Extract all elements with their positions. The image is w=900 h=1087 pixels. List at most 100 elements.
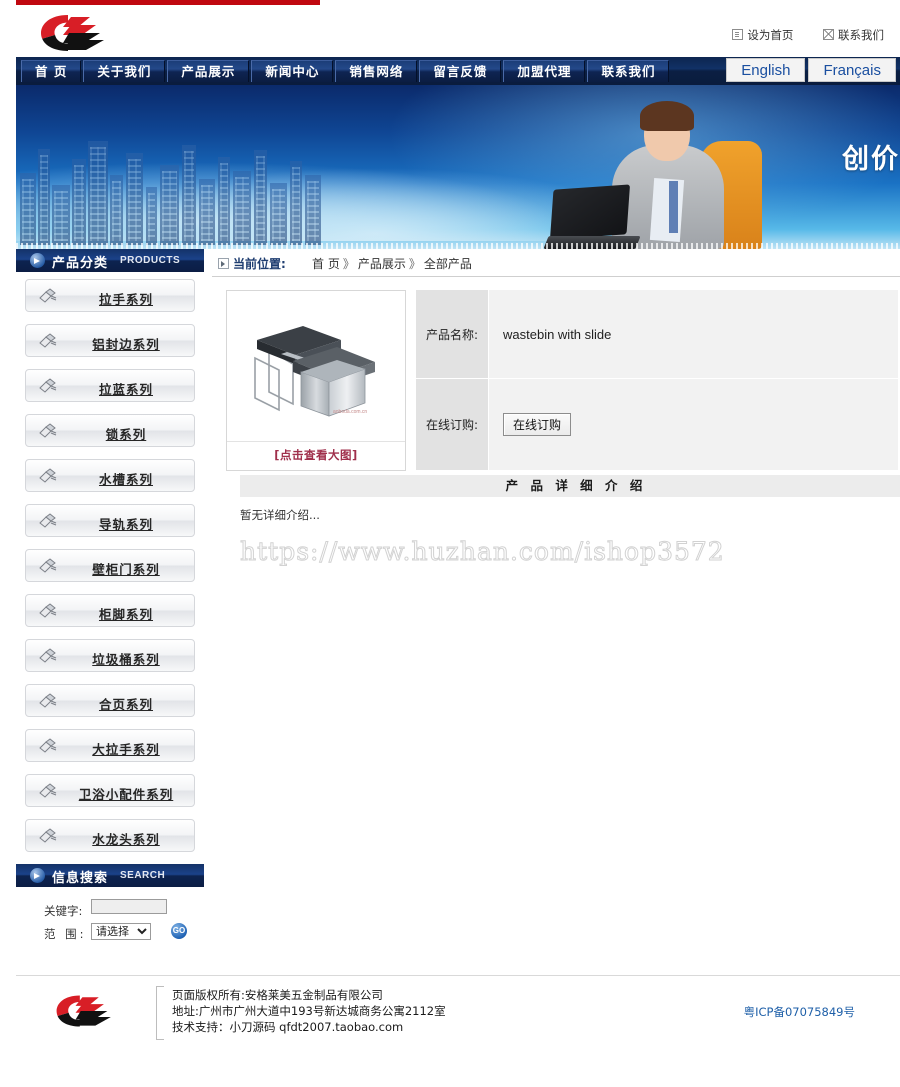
set-homepage-link[interactable]: 设为首页 <box>732 27 793 43</box>
laptop-icon <box>543 184 641 249</box>
hardware-icon <box>38 647 58 665</box>
nav-item-news[interactable]: 新闻中心 <box>251 60 334 82</box>
sidebar-item-sinks[interactable]: 水槽系列 <box>25 459 195 492</box>
product-detail-body: 暂无详细介绍... <box>240 508 320 522</box>
sidebar-item-label: 水龙头系列 <box>92 832 160 847</box>
arrow-right-icon <box>30 868 45 883</box>
nav-item-feedback[interactable]: 留言反馈 <box>419 60 502 82</box>
sidebar-item-faucets[interactable]: 水龙头系列 <box>25 819 195 852</box>
search-panel-header: 信息搜索 SEARCH <box>16 864 204 887</box>
nav-item-agency[interactable]: 加盟代理 <box>503 60 586 82</box>
scope-select[interactable]: 请选择 <box>91 923 151 940</box>
breadcrumb-item-products[interactable]: 产品展示 <box>358 257 406 271</box>
products-panel-title-en: PRODUCTS <box>120 255 181 266</box>
contact-us-link[interactable]: 联系我们 <box>823 27 884 43</box>
hardware-icon <box>38 737 58 755</box>
mail-icon <box>823 29 834 40</box>
product-name-label: 产品名称: <box>416 290 488 378</box>
product-image[interactable]: aoboda.com.cn <box>227 291 405 441</box>
breadcrumb-item-home[interactable]: 首 页 <box>312 257 340 271</box>
hardware-icon <box>38 557 58 575</box>
sidebar-item-label: 柜脚系列 <box>98 607 153 622</box>
banner-cityscape <box>16 125 346 245</box>
nav-item-sales-network[interactable]: 销售网络 <box>335 60 418 82</box>
product-order-value: 在线订购 <box>488 379 898 470</box>
icp-license-link[interactable]: 粤ICP备07075849号 <box>744 1004 855 1020</box>
site-footer: 页面版权所有:安格莱美五金制品有限公司 地址:广州市广州大道中193号新达城商务… <box>16 975 900 1056</box>
hardware-icon <box>38 692 58 710</box>
sidebar-item-cabinet-doors[interactable]: 壁柜门系列 <box>25 549 195 582</box>
online-order-button[interactable]: 在线订购 <box>503 413 572 436</box>
footer-address: 地址:广州市广州大道中193号新达城商务公寓2112室 <box>172 1004 446 1018</box>
sidebar-item-label: 大拉手系列 <box>92 742 160 757</box>
arrow-right-icon <box>30 253 45 268</box>
footer-divider <box>156 986 164 1040</box>
sidebar-item-label: 拉蓝系列 <box>98 382 153 397</box>
sidebar-item-cabinet-legs[interactable]: 柜脚系列 <box>25 594 195 627</box>
nav-item-about[interactable]: 关于我们 <box>83 60 166 82</box>
hardware-icon <box>38 602 58 620</box>
header-utility-links: 设为首页 联系我们 <box>706 27 884 43</box>
keyword-label: 关键字: <box>44 904 83 918</box>
hardware-icon <box>38 377 58 395</box>
sidebar-item-aluminum-edging[interactable]: 铝封边系列 <box>25 324 195 357</box>
breadcrumb: 当前位置: 首 页》产品展示》全部产品 <box>212 249 900 277</box>
product-info-table: 产品名称: wastebin with slide 在线订购: 在线订购 <box>416 290 898 471</box>
view-large-image-link[interactable]: [点击查看大图] <box>227 441 405 469</box>
products-panel-header: 产品分类 PRODUCTS <box>16 249 204 272</box>
sidebar-item-label: 卫浴小配件系列 <box>78 787 174 802</box>
page-root: 设为首页 联系我们 首 页关于我们 产品展示 新闻中心 销售网络 留言反馈 加盟代理 联系我… <box>0 0 900 1087</box>
sidebar-item-handles[interactable]: 拉手系列 <box>25 279 195 312</box>
hardware-icon <box>38 467 58 485</box>
nav-item-products[interactable]: 产品展示 <box>167 60 250 82</box>
sidebar-item-label: 壁柜门系列 <box>92 562 160 577</box>
sidebar-item-hinges[interactable]: 合页系列 <box>25 684 195 717</box>
company-logo <box>38 11 110 55</box>
main-navigation: 首 页关于我们 产品展示 新闻中心 销售网络 留言反馈 加盟代理 联系我们 English F… <box>16 57 900 85</box>
banner-person-photo <box>543 97 768 249</box>
language-switcher: English Français <box>723 58 896 82</box>
sidebar-item-locks[interactable]: 锁系列 <box>25 414 195 447</box>
sidebar-item-wastebins[interactable]: 垃圾桶系列 <box>25 639 195 672</box>
contact-us-label: 联系我们 <box>838 28 884 42</box>
footer-info: 页面版权所有:安格莱美五金制品有限公司 地址:广州市广州大道中193号新达城商务… <box>172 987 446 1035</box>
sidebar-item-baskets[interactable]: 拉蓝系列 <box>25 369 195 402</box>
footer-logo <box>54 990 116 1032</box>
hero-banner: 创价 <box>16 85 900 249</box>
hardware-icon <box>38 422 58 440</box>
sidebar-item-large-handles[interactable]: 大拉手系列 <box>25 729 195 762</box>
nav-item-list: 首 页关于我们 产品展示 新闻中心 销售网络 留言反馈 加盟代理 联系我们 <box>20 57 670 85</box>
search-go-button[interactable]: GO <box>171 923 187 939</box>
product-detail-title: 产 品 详 细 介 绍 <box>240 475 900 497</box>
person-shirt <box>649 178 685 242</box>
product-name-row: 产品名称: wastebin with slide <box>416 290 898 379</box>
products-panel-title-cn: 产品分类 <box>52 256 109 271</box>
breadcrumb-marker-icon <box>218 258 229 269</box>
search-input[interactable] <box>91 899 167 914</box>
sidebar-item-label: 铝封边系列 <box>92 337 160 352</box>
lang-button-english[interactable]: English <box>726 58 806 82</box>
sidebar-item-label: 导轨系列 <box>98 517 153 532</box>
nav-item-home[interactable]: 首 页 <box>21 60 82 82</box>
hardware-icon <box>38 332 58 350</box>
sidebar-item-label: 水槽系列 <box>98 472 153 487</box>
breadcrumb-separator: 》 <box>342 257 355 271</box>
sidebar-item-bath-accessories[interactable]: 卫浴小配件系列 <box>25 774 195 807</box>
banner-slogan: 创价 <box>842 144 900 175</box>
hardware-icon <box>38 782 58 800</box>
sidebar-item-label: 锁系列 <box>105 427 147 442</box>
left-sidebar: 产品分类 PRODUCTS 拉手系列 铝封边系列 拉蓝系列 锁系列 水槽系列 导… <box>16 249 204 945</box>
lang-button-francais[interactable]: Français <box>808 58 896 82</box>
nav-item-contact[interactable]: 联系我们 <box>587 60 670 82</box>
page-icon <box>732 29 744 40</box>
footer-support: 技术支持：小刀源码 qfdt2007.taobao.com <box>172 1020 404 1034</box>
product-detail-card: aoboda.com.cn [点击查看大图] 产品名称: wastebin wi… <box>226 290 900 567</box>
product-top-row: aoboda.com.cn [点击查看大图] 产品名称: wastebin wi… <box>226 290 898 471</box>
product-name-value: wastebin with slide <box>488 290 898 378</box>
person-tie <box>669 181 678 233</box>
product-order-label: 在线订购: <box>416 379 488 470</box>
breadcrumb-item-all-products: 全部产品 <box>423 257 472 271</box>
sidebar-item-slides[interactable]: 导轨系列 <box>25 504 195 537</box>
sidebar-item-label: 合页系列 <box>98 697 153 712</box>
search-panel-title-cn: 信息搜索 <box>52 871 109 886</box>
